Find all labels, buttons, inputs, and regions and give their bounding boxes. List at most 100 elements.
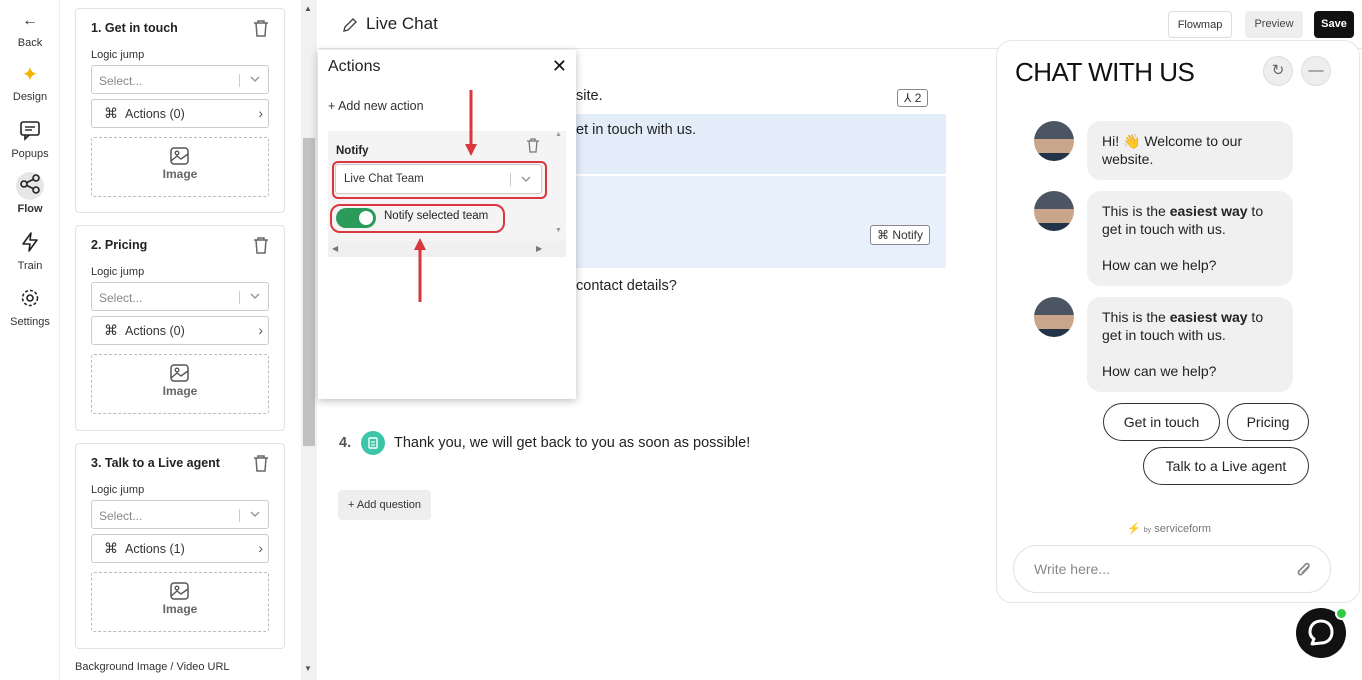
sparkle-icon: ✦ — [21, 64, 39, 86]
chat-input[interactable]: Write here... — [1013, 545, 1331, 593]
preview-button[interactable]: Preview — [1245, 11, 1303, 38]
back-button[interactable]: ← Back — [0, 8, 60, 49]
actions-button[interactable]: ⌘ Actions (0) › — [91, 316, 269, 345]
logic-jump-select[interactable]: Select... — [91, 65, 269, 94]
question-text[interactable]: contact details? — [576, 278, 677, 294]
choice-card: 3. Talk to a Live agent Logic jump Selec… — [75, 443, 285, 649]
command-icon: ⌘ — [104, 540, 118, 556]
arrow-down-icon — [465, 90, 477, 156]
powered-by: ⚡ by serviceform — [1127, 523, 1212, 535]
agent-avatar — [1034, 297, 1074, 337]
card-title: 3. Talk to a Live agent — [91, 456, 220, 470]
chevron-right-icon: › — [258, 540, 263, 556]
scroll-down-icon[interactable]: ▼ — [555, 227, 562, 234]
highlight-outline — [330, 204, 505, 233]
image-upload[interactable]: Image — [91, 572, 269, 632]
command-icon: ⌘ — [104, 322, 118, 338]
refresh-icon[interactable]: ↻ — [1263, 56, 1293, 86]
chat-bubble-icon — [17, 119, 43, 145]
chevron-down-icon — [250, 76, 260, 83]
nav-item-flow[interactable]: Flow — [0, 172, 60, 215]
branch-icon: ⅄ — [904, 91, 912, 105]
flowmap-button[interactable]: Flowmap — [1168, 11, 1232, 38]
scroll-up-icon[interactable]: ▲ — [304, 4, 312, 13]
branch-badge[interactable]: ⅄ 2 — [897, 89, 929, 107]
chat-launcher[interactable] — [1296, 607, 1348, 658]
scroll-left-icon[interactable]: ◀ — [332, 244, 338, 253]
command-icon: ⌘ — [104, 105, 118, 121]
nav-item-design[interactable]: ✦ Design — [0, 62, 60, 103]
lightning-icon — [17, 231, 43, 257]
actions-button[interactable]: ⌘ Actions (0) › — [91, 99, 269, 128]
chevron-right-icon: › — [258, 105, 263, 121]
card-title: 1. Get in touch — [91, 21, 178, 35]
share-nodes-icon — [16, 172, 44, 200]
bg-url-label: Background Image / Video URL — [75, 661, 230, 673]
chat-title: CHAT WITH US — [1015, 57, 1195, 87]
clipboard-icon — [361, 431, 385, 455]
chevron-down-icon — [250, 293, 260, 300]
minimize-icon[interactable]: — — [1301, 56, 1331, 86]
chevron-down-icon — [250, 511, 260, 518]
arrow-left-icon: ← — [22, 12, 38, 29]
save-button[interactable]: Save — [1314, 11, 1354, 38]
question-number: 4. — [339, 435, 352, 451]
logic-jump-select[interactable]: Select... — [91, 282, 269, 311]
chevron-right-icon: › — [258, 322, 263, 338]
scroll-down-icon[interactable]: ▼ — [304, 664, 312, 673]
arrow-up-icon — [414, 238, 426, 302]
nav-item-popups[interactable]: Popups — [0, 119, 60, 160]
choice-card: 1. Get in touch Logic jump Select... ⌘ A… — [75, 8, 285, 213]
trash-icon[interactable] — [252, 18, 270, 38]
question-text[interactable]: Thank you, we will get back to you as so… — [394, 435, 750, 451]
add-action-button[interactable]: + Add new action — [328, 99, 424, 113]
lightning-icon: ⚡ — [1127, 523, 1141, 535]
nav-item-train[interactable]: Train — [0, 231, 60, 272]
image-icon — [170, 364, 189, 382]
close-icon[interactable]: ✕ — [552, 56, 567, 77]
nav-item-settings[interactable]: Settings — [0, 287, 60, 328]
notify-tag[interactable]: ⌘ Notify — [870, 225, 931, 245]
image-upload[interactable]: Image — [91, 354, 269, 414]
page-title[interactable]: Live Chat — [366, 14, 438, 34]
left-nav: ← Back ✦ Design Popups Flow Train Settin… — [0, 0, 60, 680]
highlight-outline — [332, 161, 547, 199]
chat-message: This is the easiest way to get in touch … — [1087, 191, 1293, 286]
choice-card: 2. Pricing Logic jump Select... ⌘ Action… — [75, 225, 285, 431]
scroll-up-icon[interactable]: ▲ — [555, 131, 562, 138]
choices-sidebar: 1. Get in touch Logic jump Select... ⌘ A… — [75, 0, 301, 680]
command-icon: ⌘ — [877, 228, 889, 242]
image-icon — [170, 147, 189, 165]
actions-popup: Actions ✕ + Add new action Notify Live C… — [318, 50, 576, 399]
question-text[interactable]: et in touch with us. — [576, 122, 696, 138]
logic-jump-select[interactable]: Select... — [91, 500, 269, 529]
add-question-button[interactable]: + Add question — [338, 490, 431, 520]
chat-widget: CHAT WITH US ↻ — Hi! 👋 Welcome to our we… — [996, 40, 1360, 603]
notify-hscroll[interactable]: ◀ ▶ — [328, 241, 566, 257]
choice-talk-to-agent[interactable]: Talk to a Live agent — [1143, 447, 1309, 485]
scroll-thumb[interactable] — [303, 138, 315, 446]
card-title: 2. Pricing — [91, 238, 148, 252]
notify-vscroll[interactable]: ▲ ▼ — [550, 131, 566, 241]
gear-icon — [17, 287, 43, 313]
scroll-right-icon[interactable]: ▶ — [536, 244, 542, 253]
trash-icon[interactable] — [526, 137, 540, 153]
agent-avatar — [1034, 121, 1074, 161]
choice-get-in-touch[interactable]: Get in touch — [1103, 403, 1220, 441]
agent-avatar — [1034, 191, 1074, 231]
actions-button[interactable]: ⌘ Actions (1) › — [91, 534, 269, 563]
question-text[interactable]: site. — [576, 88, 603, 104]
question-highlight — [560, 176, 946, 268]
pencil-icon[interactable] — [340, 15, 360, 35]
online-indicator — [1335, 607, 1348, 620]
chat-message: Hi! 👋 Welcome to our website. — [1087, 121, 1293, 180]
sidebar-scrollbar[interactable]: ▲ ▼ — [301, 0, 317, 680]
popup-title: Actions — [328, 58, 381, 75]
paperclip-icon[interactable] — [1294, 558, 1314, 580]
image-icon — [170, 582, 189, 600]
choice-pricing[interactable]: Pricing — [1227, 403, 1309, 441]
trash-icon[interactable] — [252, 235, 270, 255]
image-upload[interactable]: Image — [91, 137, 269, 197]
chat-message: This is the easiest way to get in touch … — [1087, 297, 1293, 392]
trash-icon[interactable] — [252, 453, 270, 473]
